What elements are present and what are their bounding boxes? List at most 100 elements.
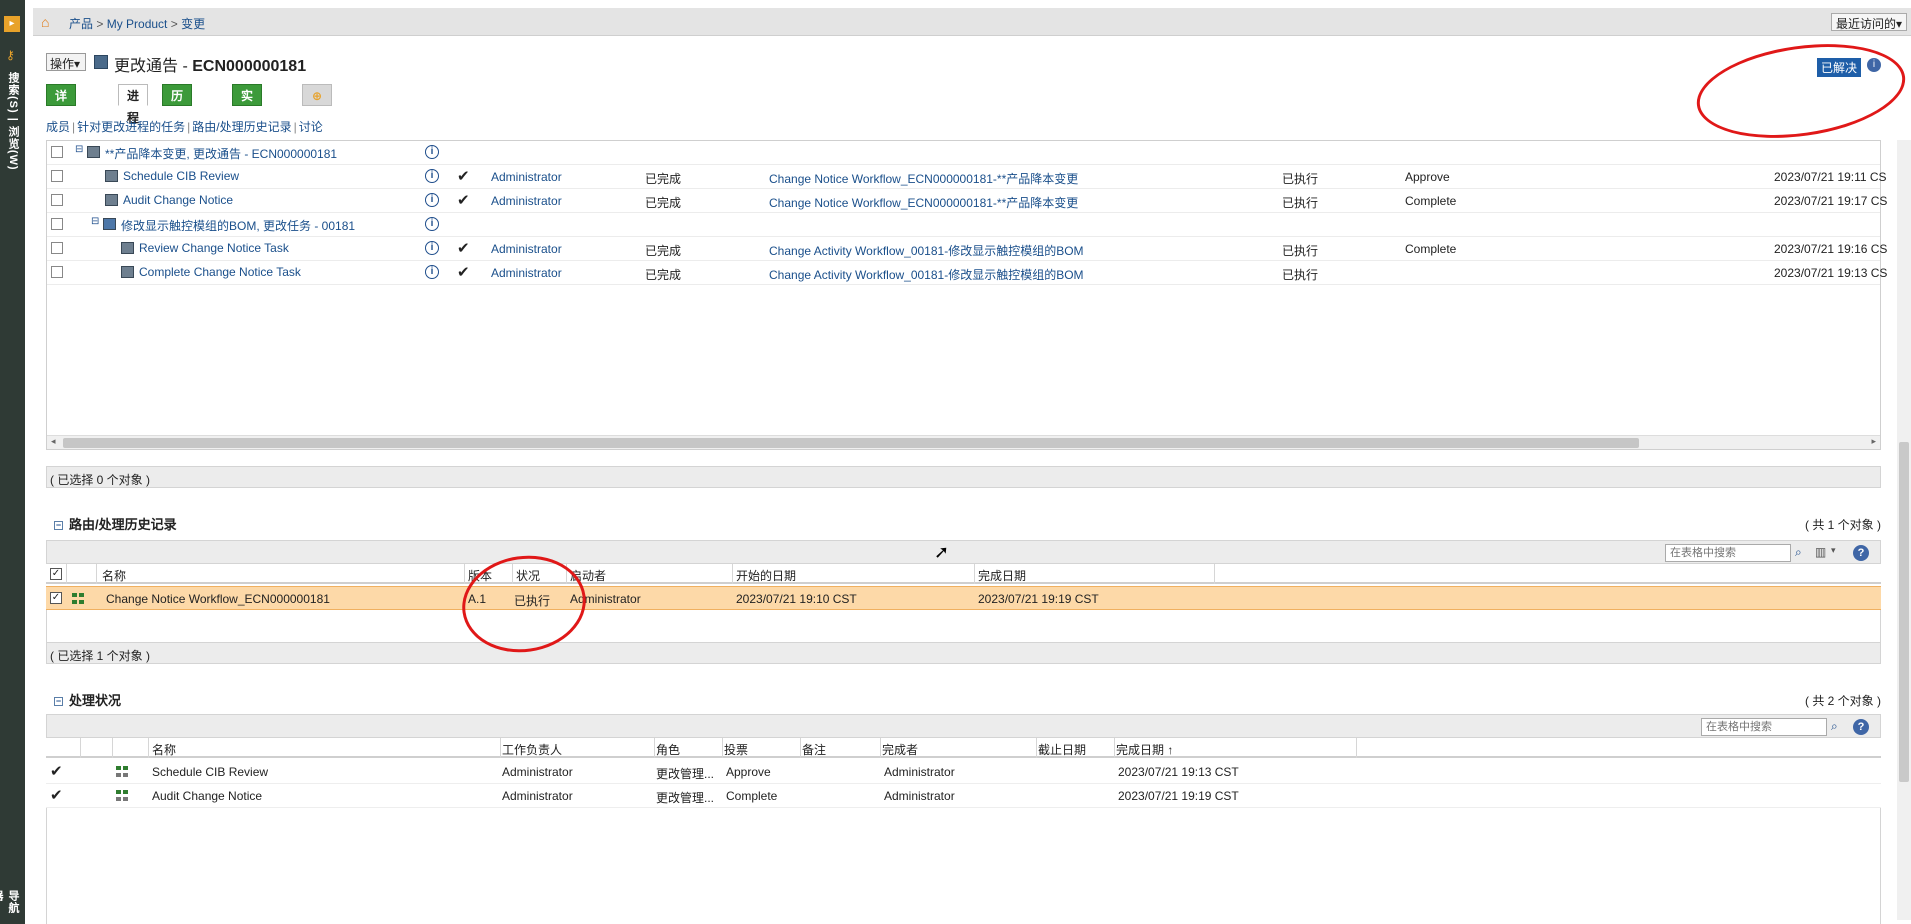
column-header-version[interactable]: 版本 <box>468 567 492 584</box>
tab-implementation-plan[interactable]: 实施计划 <box>232 84 263 169</box>
tab-details[interactable]: 详细信息 <box>46 84 77 169</box>
column-header-name[interactable]: 名称 <box>152 741 176 758</box>
scroll-thumb[interactable] <box>63 438 1639 448</box>
breadcrumb-item-products[interactable]: 产品 <box>69 17 93 31</box>
processing-search-input[interactable] <box>1701 718 1827 736</box>
search-icon[interactable]: ⌕ <box>1795 545 1811 561</box>
task-assignee[interactable]: Administrator <box>491 242 562 256</box>
routing-name[interactable]: Change Notice Workflow_ECN000000181 <box>106 592 330 606</box>
home-icon[interactable]: ⌂ <box>41 14 49 30</box>
completed-check-icon: ✔ <box>457 264 470 281</box>
task-state: 已完成 <box>645 268 682 282</box>
column-header-status[interactable]: 状况 <box>516 567 540 584</box>
subnav-routing-history[interactable]: 路由/处理历史记录 <box>192 120 291 134</box>
table-row[interactable]: ✔ Schedule CIB Review Administrator 更改管理… <box>46 760 1881 784</box>
task-assignee[interactable]: Administrator <box>491 266 562 280</box>
search-icon[interactable]: ⌕ <box>1831 719 1847 735</box>
column-header-end-date[interactable]: 完成日期 <box>978 567 1026 584</box>
scroll-right-icon[interactable]: ▸ <box>1871 436 1876 447</box>
actions-menu-button[interactable]: 操作▾ <box>46 53 86 71</box>
info-icon[interactable]: i <box>1867 58 1881 72</box>
processing-section-title[interactable]: − 处理状况 <box>54 690 121 709</box>
column-header-done-date[interactable]: 完成日期 ↑ <box>1116 741 1173 758</box>
subnav-discussion[interactable]: 讨论 <box>299 120 323 134</box>
task-date: 2023/07/21 19:17 CS <box>1774 194 1888 208</box>
task-row[interactable]: Review Change Notice Task i ✔ Administra… <box>47 237 1887 261</box>
task-name[interactable]: Review Change Notice Task <box>139 241 289 255</box>
task-assignee[interactable]: Administrator <box>491 170 562 184</box>
rail-expand-icon[interactable]: ▸ <box>4 16 20 32</box>
column-header-note[interactable]: 备注 <box>802 741 826 758</box>
info-icon[interactable]: i <box>425 169 439 183</box>
task-workflow[interactable]: Change Activity Workflow_00181-修改显示触控模组的… <box>769 266 1084 283</box>
info-icon[interactable]: i <box>425 241 439 255</box>
info-icon[interactable]: i <box>425 265 439 279</box>
tree-root-name[interactable]: **产品降本变更, 更改通告 - ECN000000181 <box>105 145 337 162</box>
scroll-thumb[interactable] <box>1899 442 1909 782</box>
task-name[interactable]: Schedule CIB Review <box>123 169 239 183</box>
column-header-start-date[interactable]: 开始的日期 <box>736 567 796 584</box>
subnav-members[interactable]: 成员 <box>46 120 70 134</box>
workflow-task-icon <box>116 766 130 778</box>
task-workflow[interactable]: Change Notice Workflow_ECN000000181-**产品… <box>769 170 1078 187</box>
vertical-scrollbar[interactable] <box>1897 140 1911 920</box>
column-header-vote[interactable]: 投票 <box>724 741 748 758</box>
help-icon[interactable]: ? <box>1853 719 1869 735</box>
info-icon[interactable]: i <box>425 217 439 231</box>
column-header-starter[interactable]: 启动者 <box>570 567 606 584</box>
routing-section-title[interactable]: − 路由/处理历史记录 <box>54 514 177 533</box>
select-all-checkbox[interactable]: ✓ <box>50 568 62 580</box>
task-row[interactable]: Schedule CIB Review i ✔ Administrator 已完… <box>47 165 1887 189</box>
collapse-icon[interactable]: − <box>54 697 63 707</box>
row-checkbox[interactable] <box>51 218 63 230</box>
column-header-owner[interactable]: 工作负责人 <box>502 741 562 758</box>
tree-subroot-name[interactable]: 修改显示触控模组的BOM, 更改任务 - 00181 <box>121 217 355 234</box>
row-checkbox[interactable] <box>51 146 63 158</box>
collapse-icon[interactable]: ⊟ <box>75 144 83 155</box>
subnav-tasks[interactable]: 针对更改进程的任务 <box>77 120 185 134</box>
routing-search-input[interactable] <box>1665 544 1791 562</box>
collapse-icon[interactable]: − <box>54 521 63 531</box>
tab-history[interactable]: 历史记录 <box>162 84 193 169</box>
row-checkbox[interactable] <box>51 242 63 254</box>
row-checkbox[interactable]: ✓ <box>50 592 62 604</box>
column-header-due-date[interactable]: 截止日期 <box>1038 741 1086 758</box>
horizontal-scrollbar[interactable]: ◂ ▸ <box>47 435 1880 449</box>
task-name[interactable]: Audit Change Notice <box>152 789 262 803</box>
row-checkbox[interactable] <box>51 170 63 182</box>
rail-search-browse-tab[interactable]: 搜索(S) | 浏览(W) <box>3 72 21 171</box>
add-tab-icon[interactable]: ⊕ <box>302 84 332 106</box>
columns-icon[interactable]: ▥ <box>1815 545 1831 561</box>
collapse-icon[interactable]: ⊟ <box>91 216 99 227</box>
table-row[interactable]: ✔ Audit Change Notice Administrator 更改管理… <box>46 784 1881 808</box>
chevron-down-icon[interactable]: ▾ <box>1831 545 1847 561</box>
tree-subroot-row[interactable]: ⊟ 修改显示触控模组的BOM, 更改任务 - 00181 i <box>47 213 1880 237</box>
scroll-left-icon[interactable]: ◂ <box>51 436 56 447</box>
breadcrumb-item-product[interactable]: My Product <box>107 17 168 31</box>
table-row[interactable]: ✓ Change Notice Workflow_ECN000000181 A.… <box>46 586 1881 610</box>
rail-navigator-tab[interactable]: 导航器 <box>0 890 21 924</box>
tab-process[interactable]: 进程 <box>118 84 149 125</box>
recent-visited-dropdown[interactable]: 最近访问的▾ <box>1830 13 1907 31</box>
task-row[interactable]: Complete Change Notice Task i ✔ Administ… <box>47 261 1887 285</box>
info-icon[interactable]: i <box>425 145 439 159</box>
help-icon[interactable]: ? <box>1853 545 1869 561</box>
task-assignee[interactable]: Administrator <box>491 194 562 208</box>
row-checkbox[interactable] <box>51 266 63 278</box>
task-name[interactable]: Complete Change Notice Task <box>139 265 301 279</box>
main-content: 操作▾ 更改通告 - ECN000000181 已解决 i 详细信息 进程 历史… <box>46 44 1887 924</box>
task-name[interactable]: Audit Change Notice <box>123 193 233 207</box>
task-workflow[interactable]: Change Activity Workflow_00181-修改显示触控模组的… <box>769 242 1084 259</box>
task-workflow[interactable]: Change Notice Workflow_ECN000000181-**产品… <box>769 194 1078 211</box>
row-checkbox[interactable] <box>51 194 63 206</box>
task-name[interactable]: Schedule CIB Review <box>152 765 268 779</box>
column-header-role[interactable]: 角色 <box>656 741 680 758</box>
tree-root-row[interactable]: ⊟ **产品降本变更, 更改通告 - ECN000000181 i <box>47 141 1880 165</box>
task-row[interactable]: Audit Change Notice i ✔ Administrator 已完… <box>47 189 1887 213</box>
processing-toolbar: ⌕ ? <box>46 714 1881 738</box>
key-icon[interactable]: ⚷ <box>6 48 15 62</box>
column-header-completer[interactable]: 完成者 <box>882 741 918 758</box>
column-header-name[interactable]: 名称 <box>102 567 126 584</box>
breadcrumb-item-changes[interactable]: 变更 <box>181 17 205 31</box>
info-icon[interactable]: i <box>425 193 439 207</box>
